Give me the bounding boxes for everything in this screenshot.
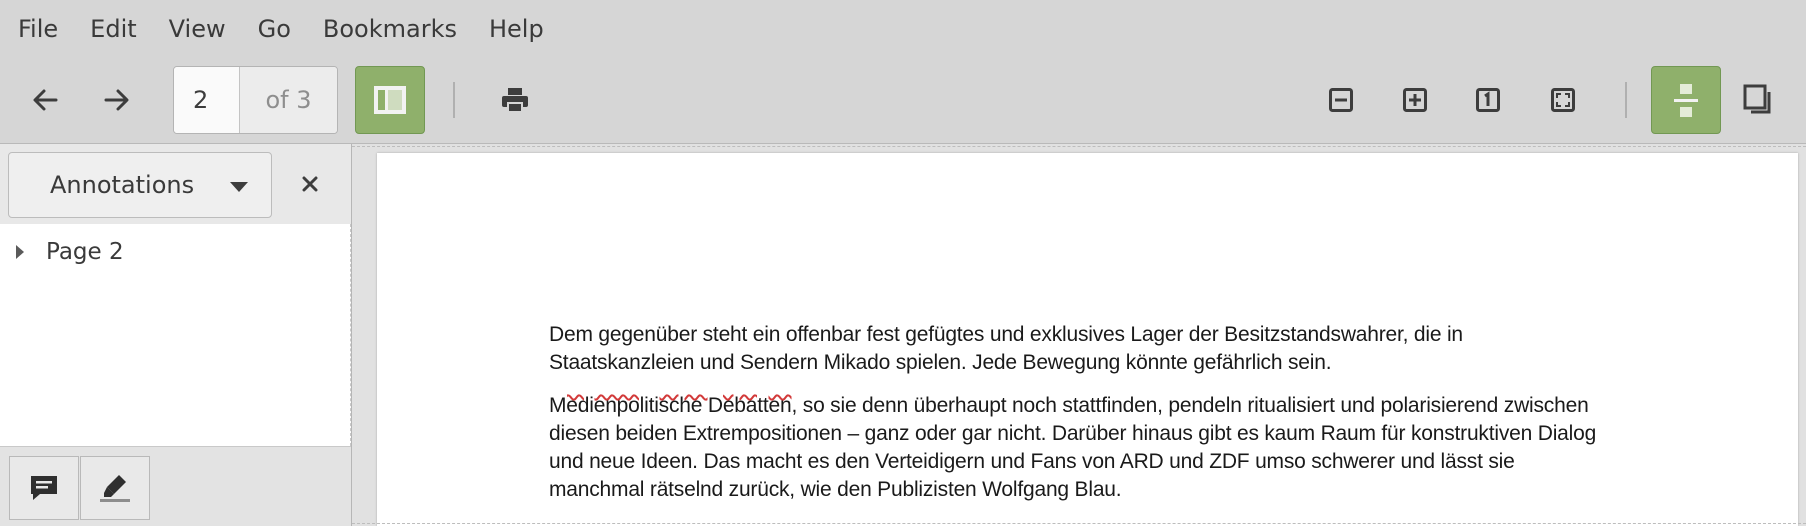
menu-go[interactable]: Go: [246, 15, 303, 43]
sidebar-footer: [0, 446, 351, 526]
page-separator: [352, 523, 1806, 524]
paragraph: Medienpolitische Debatten, so sie denn ü…: [549, 392, 1679, 504]
toolbar-separator: [1625, 82, 1627, 118]
zoom-out-button[interactable]: [1306, 66, 1376, 134]
sidebar: Annotations Page 2: [0, 144, 352, 526]
page-navigator: of 3: [173, 66, 338, 134]
toolbar-separator: [453, 82, 455, 118]
menu-bookmarks[interactable]: Bookmarks: [311, 15, 469, 43]
sidebar-mode-label: Annotations: [50, 171, 195, 199]
zoom-in-button[interactable]: [1380, 66, 1450, 134]
sidebar-mode-dropdown[interactable]: Annotations: [8, 152, 272, 218]
highlighted-text[interactable]: Medienpolitische Debatten: [549, 394, 792, 417]
highlighter-icon: [100, 475, 130, 502]
text-line: Staatskanzleien und Sendern Mikado spiel…: [549, 351, 1332, 374]
back-button[interactable]: [10, 66, 80, 134]
add-note-button[interactable]: [9, 456, 79, 520]
menu-edit[interactable]: Edit: [78, 15, 148, 43]
menu-view[interactable]: View: [157, 15, 238, 43]
text-line: manchmal rätselnd zurück, wie den Publiz…: [549, 478, 1122, 501]
zoom-fit-button[interactable]: [1528, 66, 1598, 134]
expander-icon[interactable]: [15, 242, 29, 262]
document-page: Dem gegenüber steht ein offenbar fest ge…: [377, 153, 1798, 526]
dual-page-button[interactable]: [1725, 66, 1791, 134]
actual-size-icon: [1476, 88, 1500, 112]
zoom-out-icon: [1329, 88, 1353, 112]
sidebar-icon: [374, 86, 406, 114]
toolbar: of 3: [0, 58, 1806, 144]
annotation-tree: Page 2: [0, 224, 351, 446]
triangle-right-icon: [16, 245, 24, 259]
sidebar-toggle-button[interactable]: [355, 66, 425, 134]
sidebar-header: Annotations: [0, 144, 351, 224]
page-text: Dem gegenüber steht ein offenbar fest ge…: [549, 321, 1679, 519]
continuous-scroll-button[interactable]: [1651, 66, 1721, 134]
page-number-input[interactable]: [174, 67, 240, 133]
text-line: , so sie denn überhaupt noch stattfinden…: [791, 394, 1589, 417]
document-view[interactable]: Dem gegenüber steht ein offenbar fest ge…: [352, 144, 1806, 526]
zoom-original-button[interactable]: [1453, 66, 1523, 134]
print-button[interactable]: [480, 66, 550, 134]
comment-icon: [31, 476, 57, 500]
menu-bar: File Edit View Go Bookmarks Help: [0, 0, 1806, 58]
arrow-left-icon: [33, 89, 58, 111]
paragraph: Dem gegenüber steht ein offenbar fest ge…: [549, 321, 1679, 377]
arrow-right-icon: [104, 89, 129, 111]
page-count-label: of 3: [240, 67, 337, 133]
dual-page-icon: [1743, 84, 1771, 114]
page-separator: [352, 146, 1806, 147]
close-icon: [302, 176, 318, 192]
close-sidebar-button[interactable]: [296, 170, 324, 198]
printer-icon: [502, 88, 528, 113]
tree-item-page-2[interactable]: Page 2: [0, 236, 124, 268]
text-line: und neue Ideen. Das macht es den Verteid…: [549, 450, 1515, 473]
continuous-pages-icon: [1674, 84, 1698, 117]
forward-button[interactable]: [82, 66, 152, 134]
tree-item-label: Page 2: [46, 239, 124, 265]
chevron-down-icon: [230, 182, 248, 192]
menu-file[interactable]: File: [6, 15, 70, 43]
zoom-in-icon: [1403, 88, 1427, 112]
highlight-button[interactable]: [80, 456, 150, 520]
menu-help[interactable]: Help: [477, 15, 556, 43]
text-line: diesen beiden Extrempositionen – ganz od…: [549, 422, 1597, 445]
fit-page-icon: [1551, 88, 1575, 112]
text-line: Dem gegenüber steht ein offenbar fest ge…: [549, 323, 1463, 346]
